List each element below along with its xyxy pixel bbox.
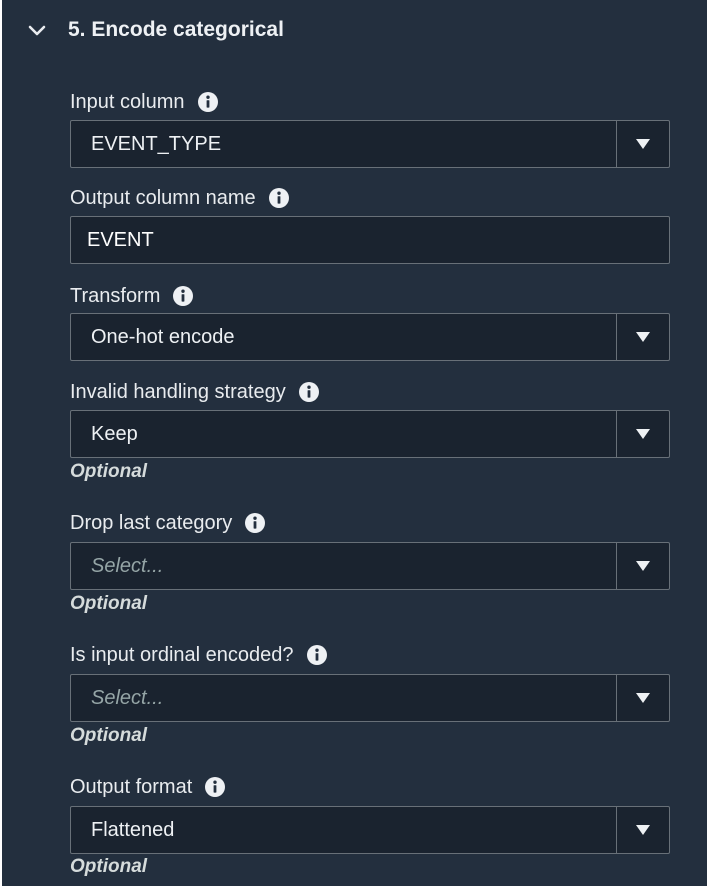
output-format-value: Flattened: [91, 819, 175, 841]
input-column-select[interactable]: EVENT_TYPE: [70, 120, 670, 168]
invalid-handling-optional-hint: Optional: [70, 461, 148, 482]
transform-label-text: Transform: [70, 284, 161, 307]
invalid-handling-select[interactable]: Keep: [70, 410, 670, 458]
caret-down-icon[interactable]: [617, 121, 669, 167]
output-format-label: Output format: [70, 772, 226, 802]
invalid-handling-value: Keep: [91, 423, 138, 445]
caret-down-icon[interactable]: [617, 807, 669, 853]
drop-last-category-label-text: Drop last category: [70, 511, 233, 534]
output-column-name-label: Output column name: [70, 183, 290, 213]
section-header[interactable]: 5. Encode categorical: [2, 0, 707, 62]
is-input-ordinal-label-text: Is input ordinal encoded?: [70, 643, 294, 666]
info-icon[interactable]: [197, 91, 219, 113]
caret-down-icon[interactable]: [617, 411, 669, 457]
drop-last-category-placeholder: Select...: [91, 555, 164, 577]
encode-categorical-panel: 5. Encode categorical Input column EVENT…: [2, 0, 707, 886]
input-column-value: EVENT_TYPE: [91, 133, 222, 155]
is-input-ordinal-optional-hint: Optional: [70, 725, 148, 746]
invalid-handling-label: Invalid handling strategy: [70, 377, 320, 407]
info-icon[interactable]: [204, 776, 226, 798]
info-icon[interactable]: [298, 381, 320, 403]
section-title: 5. Encode categorical: [68, 18, 284, 41]
output-column-name-input[interactable]: [70, 216, 670, 264]
is-input-ordinal-placeholder: Select...: [91, 687, 164, 709]
is-input-ordinal-label: Is input ordinal encoded?: [70, 640, 328, 670]
output-column-name-label-text: Output column name: [70, 186, 256, 209]
output-format-select[interactable]: Flattened: [70, 806, 670, 854]
input-column-label-text: Input column: [70, 90, 185, 113]
info-icon[interactable]: [172, 285, 194, 307]
output-format-optional-hint: Optional: [70, 856, 148, 877]
info-icon[interactable]: [306, 644, 328, 666]
invalid-handling-label-text: Invalid handling strategy: [70, 380, 286, 403]
info-icon[interactable]: [244, 512, 266, 534]
caret-down-icon[interactable]: [617, 543, 669, 589]
caret-down-icon[interactable]: [617, 675, 669, 721]
drop-last-category-select[interactable]: Select...: [70, 542, 670, 590]
input-column-label: Input column: [70, 87, 219, 117]
transform-select[interactable]: One-hot encode: [70, 313, 670, 361]
is-input-ordinal-select[interactable]: Select...: [70, 674, 670, 722]
caret-down-icon[interactable]: [617, 314, 669, 360]
output-format-label-text: Output format: [70, 775, 193, 798]
drop-last-category-label: Drop last category: [70, 508, 266, 538]
drop-last-category-optional-hint: Optional: [70, 593, 148, 614]
chevron-down-icon[interactable]: [27, 20, 47, 40]
transform-value: One-hot encode: [91, 326, 235, 348]
info-icon[interactable]: [268, 187, 290, 209]
transform-label: Transform: [70, 281, 194, 311]
